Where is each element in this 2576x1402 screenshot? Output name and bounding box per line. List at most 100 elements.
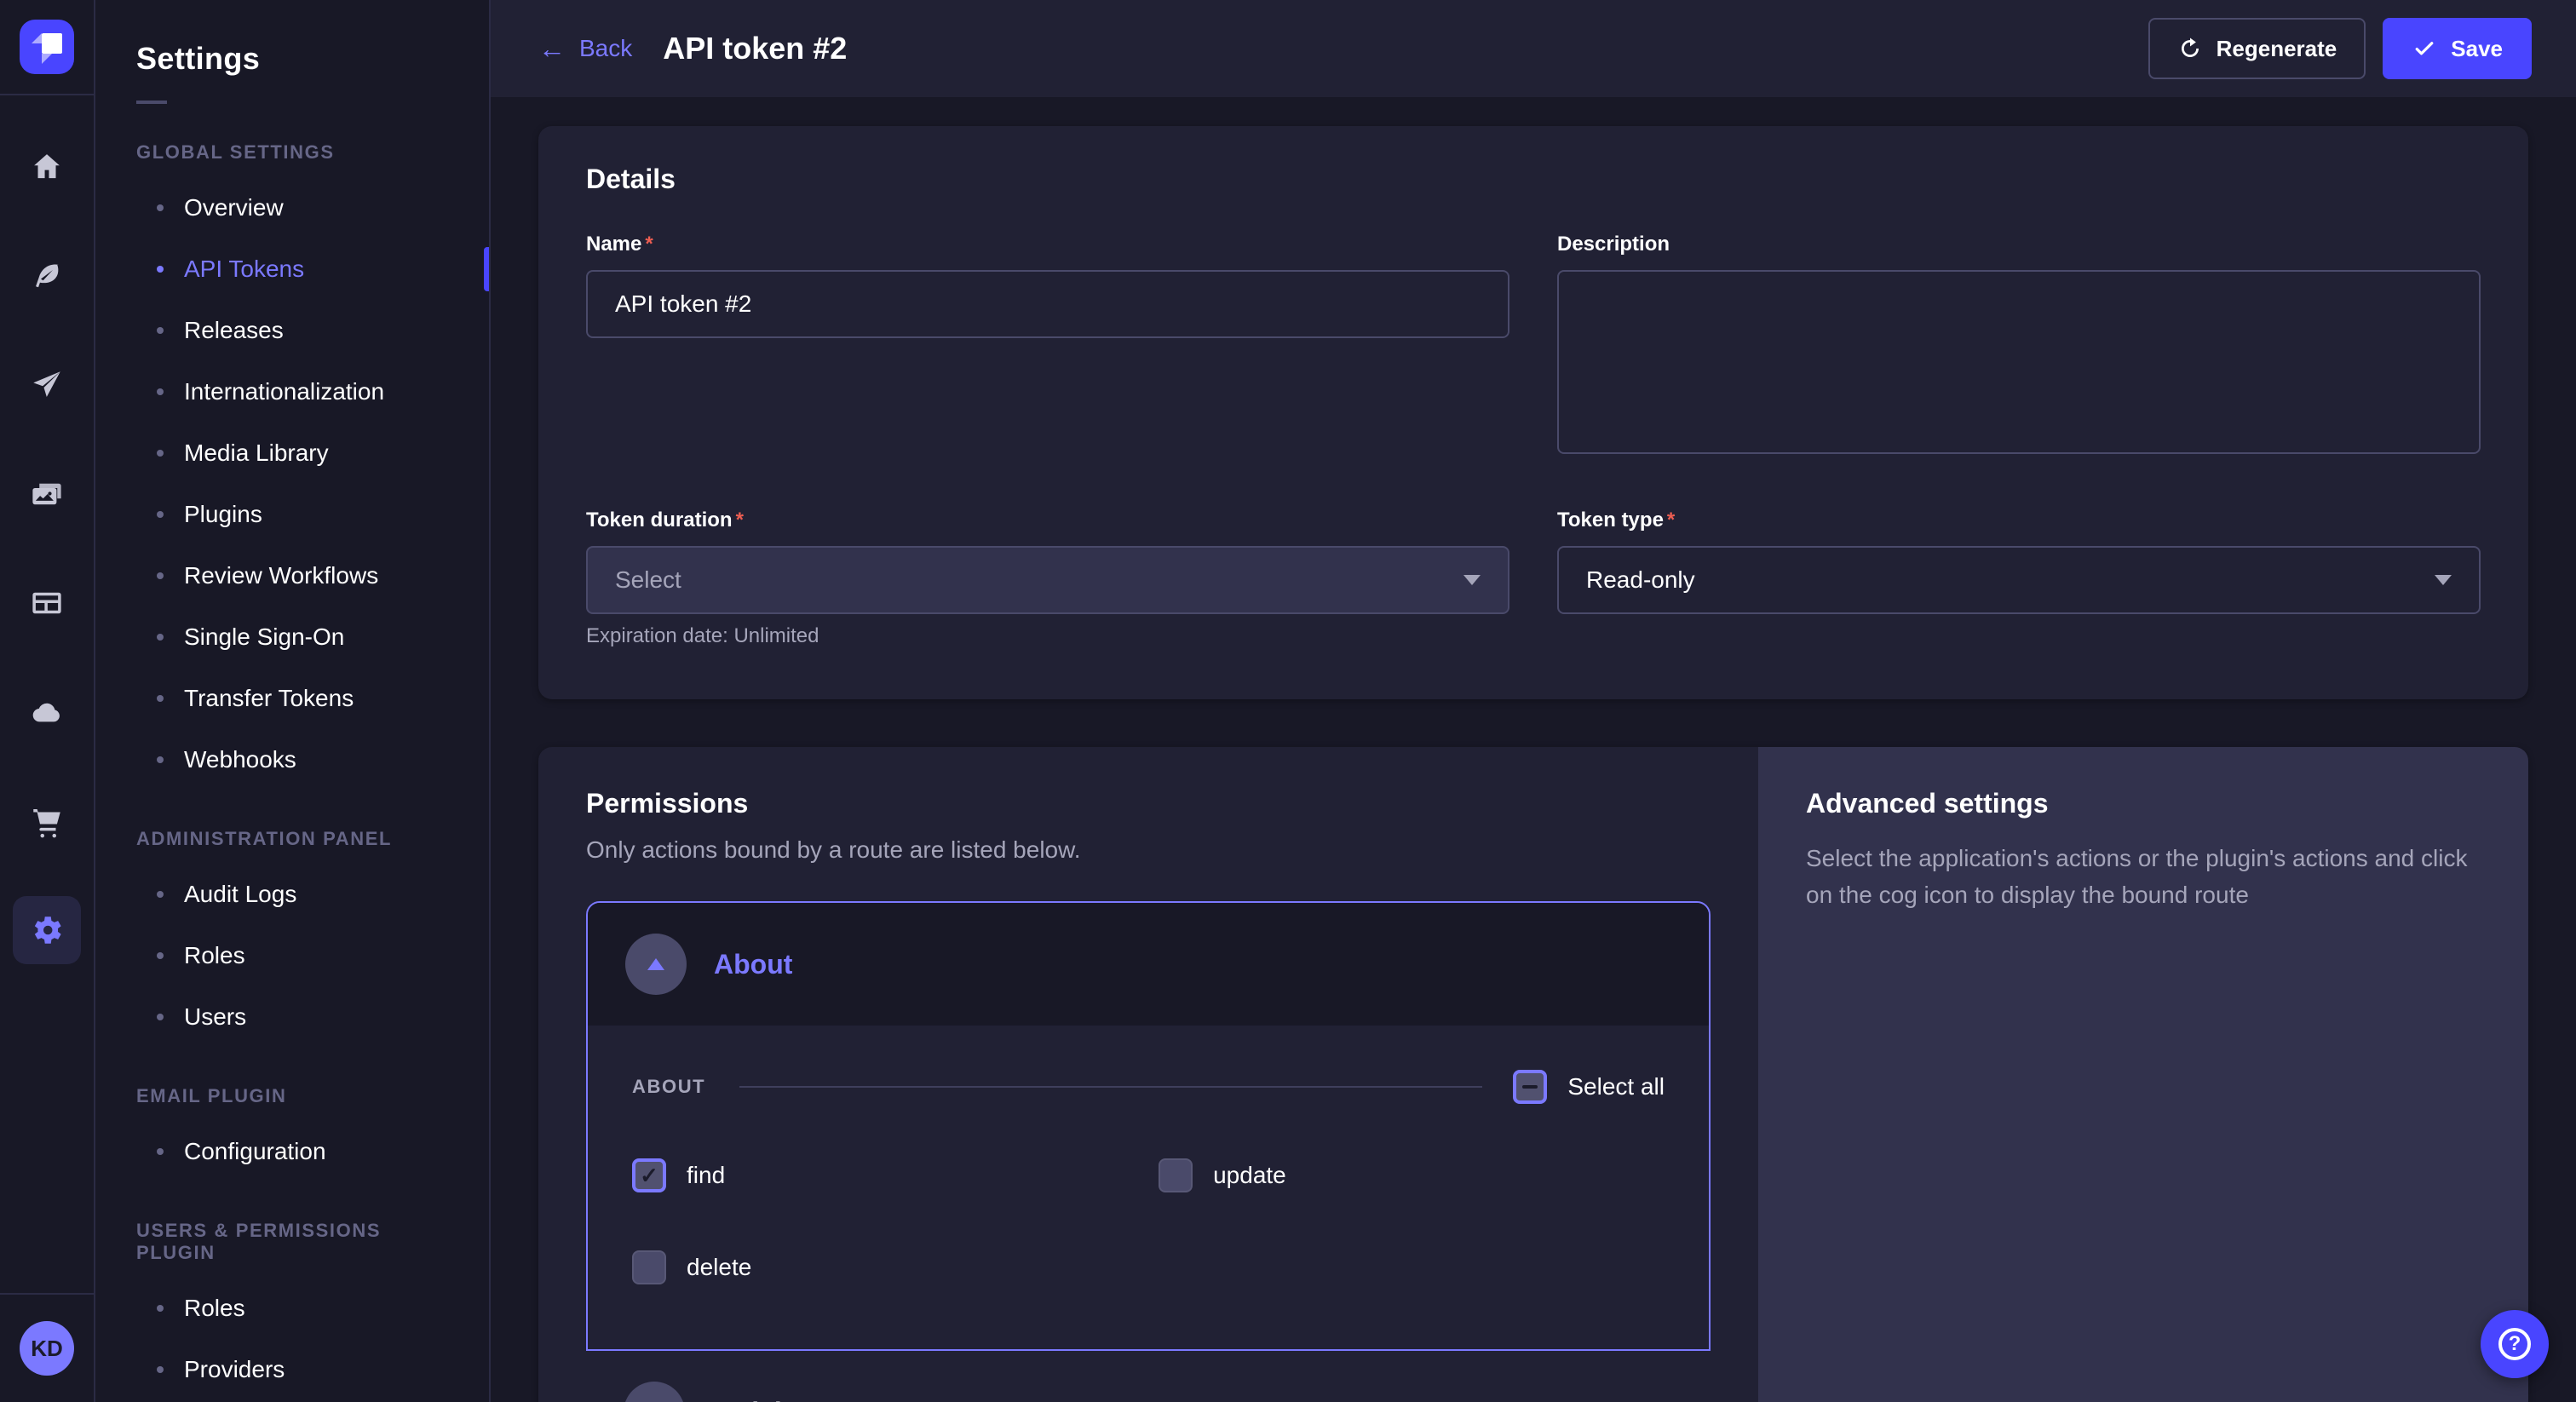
sidebar-item-webhooks[interactable]: Webhooks bbox=[95, 729, 489, 790]
bullet bbox=[157, 1014, 164, 1020]
accordion-article-label: Article bbox=[712, 1397, 797, 1402]
sidebar-title: Settings bbox=[95, 41, 489, 77]
section-administration-panel: Administration Panel bbox=[95, 828, 489, 850]
feather-icon[interactable] bbox=[13, 242, 81, 310]
bullet bbox=[157, 1305, 164, 1312]
bullet bbox=[157, 450, 164, 457]
delete-label: delete bbox=[687, 1254, 751, 1281]
strapi-logo-shape bbox=[32, 33, 42, 43]
refresh-icon bbox=[2177, 36, 2203, 61]
main-area: ← Back API token #2 Regenerate Save Deta… bbox=[491, 0, 2576, 1402]
details-card: Details Name Description Token duration … bbox=[538, 126, 2528, 699]
sidebar-item-up-providers[interactable]: Providers bbox=[95, 1339, 489, 1400]
back-link[interactable]: ← Back bbox=[538, 35, 632, 62]
active-indicator bbox=[484, 247, 489, 291]
strapi-logo[interactable] bbox=[20, 20, 74, 74]
settings-sidebar: Settings Global Settings Overview API To… bbox=[95, 0, 491, 1402]
permissions-card: Permissions Only actions bound by a rout… bbox=[538, 747, 2528, 1402]
sidebar-item-label: Roles bbox=[184, 942, 245, 969]
collapse-toggle-button[interactable] bbox=[625, 934, 687, 995]
token-duration-value: Select bbox=[615, 566, 681, 594]
permissions-title: Permissions bbox=[586, 788, 1711, 819]
bullet bbox=[157, 695, 164, 702]
back-label: Back bbox=[579, 35, 632, 62]
accordion-article-header[interactable]: Article bbox=[586, 1351, 1711, 1402]
accordion-about: About ABOUT Select all bbox=[586, 901, 1711, 1351]
sidebar-item-label: Internationalization bbox=[184, 378, 384, 405]
header-actions: Regenerate Save bbox=[2148, 18, 2532, 79]
sidebar-item-label: Review Workflows bbox=[184, 562, 378, 589]
rail-icon-list bbox=[0, 95, 94, 1293]
sidebar-item-admin-users[interactable]: Users bbox=[95, 986, 489, 1048]
section-divider bbox=[739, 1086, 1482, 1088]
sidebar-item-label: Transfer Tokens bbox=[184, 685, 354, 712]
sidebar-item-label: Webhooks bbox=[184, 746, 296, 773]
find-label: find bbox=[687, 1162, 725, 1189]
update-checkbox[interactable] bbox=[1159, 1158, 1193, 1192]
bullet bbox=[157, 756, 164, 763]
regenerate-button[interactable]: Regenerate bbox=[2148, 18, 2366, 79]
sidebar-item-plugins[interactable]: Plugins bbox=[95, 484, 489, 545]
advanced-settings-panel: Advanced settings Select the application… bbox=[1758, 747, 2528, 1402]
sidebar-item-audit-logs[interactable]: Audit Logs bbox=[95, 864, 489, 925]
delete-checkbox[interactable] bbox=[632, 1250, 666, 1284]
accordion-about-label: About bbox=[714, 949, 792, 980]
user-avatar[interactable]: KD bbox=[20, 1321, 74, 1376]
bullet bbox=[157, 327, 164, 334]
save-button[interactable]: Save bbox=[2383, 18, 2532, 79]
cloud-icon[interactable] bbox=[13, 678, 81, 746]
users-permissions-list: Roles Providers bbox=[95, 1278, 489, 1400]
description-textarea[interactable] bbox=[1557, 270, 2481, 454]
paper-plane-icon[interactable] bbox=[13, 351, 81, 419]
permissions-panel: Permissions Only actions bound by a rout… bbox=[538, 747, 1758, 1402]
select-all-checkbox[interactable] bbox=[1513, 1070, 1547, 1104]
sidebar-item-label: Audit Logs bbox=[184, 881, 296, 908]
sidebar-item-internationalization[interactable]: Internationalization bbox=[95, 361, 489, 422]
section-global-settings: Global Settings bbox=[95, 141, 489, 164]
page-title: API token #2 bbox=[663, 31, 847, 66]
settings-gear-icon[interactable] bbox=[13, 896, 81, 964]
accordion-article: Article bbox=[586, 1351, 1711, 1402]
actions-grid: find update delete bbox=[632, 1158, 1665, 1284]
bullet bbox=[157, 572, 164, 579]
bullet bbox=[157, 891, 164, 898]
sidebar-item-configuration[interactable]: Configuration bbox=[95, 1121, 489, 1182]
layout-icon[interactable] bbox=[13, 569, 81, 637]
sidebar-item-overview[interactable]: Overview bbox=[95, 177, 489, 238]
token-duration-select[interactable]: Select bbox=[586, 546, 1509, 614]
sidebar-item-label: Plugins bbox=[184, 501, 262, 528]
expiration-hint: Expiration date: Unlimited bbox=[586, 624, 1509, 648]
sidebar-item-up-roles[interactable]: Roles bbox=[95, 1278, 489, 1339]
description-label: Description bbox=[1557, 233, 2481, 256]
find-checkbox[interactable] bbox=[632, 1158, 666, 1192]
rail-top bbox=[0, 0, 94, 95]
token-type-select[interactable]: Read-only bbox=[1557, 546, 2481, 614]
cart-icon[interactable] bbox=[13, 787, 81, 855]
bullet bbox=[157, 952, 164, 959]
accordion-about-header[interactable]: About bbox=[588, 903, 1709, 1026]
sidebar-item-single-sign-on[interactable]: Single Sign-On bbox=[95, 606, 489, 668]
sidebar-item-admin-roles[interactable]: Roles bbox=[95, 925, 489, 986]
bullet bbox=[157, 1366, 164, 1373]
description-field-group: Description bbox=[1557, 233, 2481, 461]
name-input[interactable] bbox=[586, 270, 1509, 338]
media-pictures-icon[interactable] bbox=[13, 460, 81, 528]
about-section-label: ABOUT bbox=[632, 1076, 705, 1098]
select-all-row: Select all bbox=[1513, 1070, 1665, 1104]
regenerate-label: Regenerate bbox=[2217, 36, 2337, 62]
save-label: Save bbox=[2451, 36, 2503, 62]
sidebar-item-label: Roles bbox=[184, 1295, 245, 1322]
back-arrow-icon: ← bbox=[538, 35, 566, 62]
sidebar-item-transfer-tokens[interactable]: Transfer Tokens bbox=[95, 668, 489, 729]
expand-toggle-button[interactable] bbox=[624, 1382, 685, 1402]
help-button[interactable]: ? bbox=[2481, 1310, 2549, 1378]
sidebar-item-review-workflows[interactable]: Review Workflows bbox=[95, 545, 489, 606]
sidebar-item-releases[interactable]: Releases bbox=[95, 300, 489, 361]
action-delete-row: delete bbox=[632, 1250, 1159, 1284]
sidebar-item-api-tokens[interactable]: API Tokens bbox=[95, 238, 489, 300]
action-update-row: update bbox=[1159, 1158, 1665, 1192]
main-nav-rail: KD bbox=[0, 0, 95, 1402]
home-icon[interactable] bbox=[13, 133, 81, 201]
sidebar-item-media-library[interactable]: Media Library bbox=[95, 422, 489, 484]
about-section-row: ABOUT Select all bbox=[632, 1070, 1665, 1104]
